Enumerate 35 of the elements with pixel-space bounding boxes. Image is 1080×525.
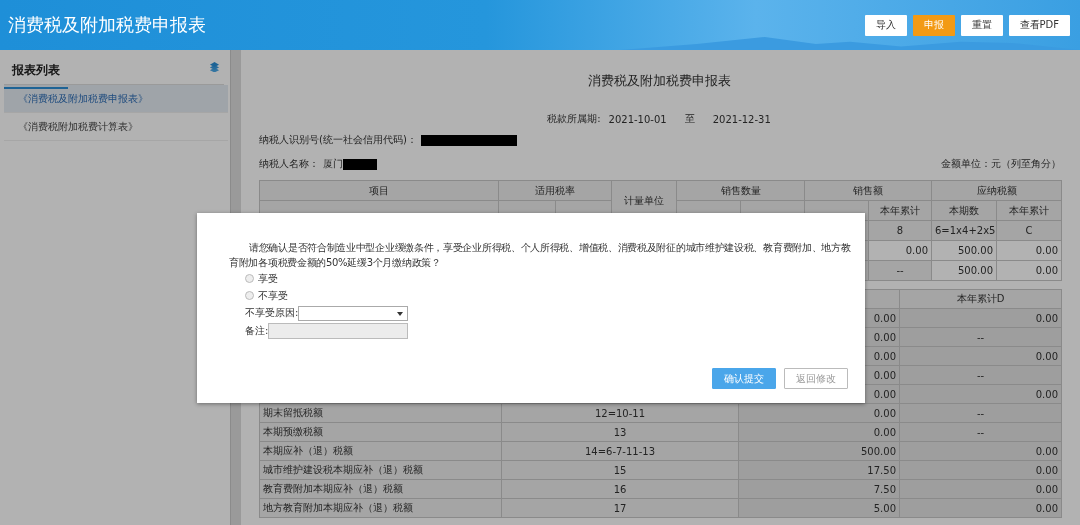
toolbar-button[interactable]: 重置 <box>960 14 1003 36</box>
layers-icon[interactable] <box>209 62 220 72</box>
taxpayer-name-label: 纳税人名称： <box>259 157 319 171</box>
field-label: 不享受原因: <box>245 306 299 320</box>
table-cell: 0.00 <box>996 260 1062 281</box>
table-cell: 0.00 <box>868 240 932 261</box>
period-label: 税款所属期: <box>547 112 601 126</box>
column-header: 销售额 <box>804 180 932 201</box>
radio-option[interactable]: 不享受 <box>245 287 288 304</box>
field-label: 备注: <box>245 324 269 338</box>
page-title: 消费税及附加税费申报表 <box>8 13 206 37</box>
column-header: 应纳税额 <box>931 180 1062 201</box>
report-title: 消费税及附加税费申报表 <box>586 72 732 90</box>
column-header: 本年累计D <box>899 289 1062 309</box>
dialog-message: 请您确认是否符合制造业中型企业缓缴条件，享受企业所得税、个人所得税、增值税、消费税及附征的城市维护建设税、教育费附加、地方教育附加各项税费金额的50%延缓3个月缴纳政策？ <box>229 241 852 270</box>
column-header: 销售数量 <box>676 180 805 201</box>
reason-dropdown[interactable] <box>298 305 409 321</box>
period-start: 2021-10-01 <box>608 113 667 125</box>
table-cell: 500.00 <box>931 260 997 281</box>
sidebar-item[interactable]: 《消费税及附加税费申报表》 <box>4 85 228 113</box>
toolbar-button[interactable]: 导入 <box>864 14 907 36</box>
unit-note: 金额单位：元（列至角分） <box>941 157 1061 171</box>
period-end: 2021-12-31 <box>712 113 771 125</box>
taxpayer-id-label: 纳税人识别号(统一社会信用代码)： <box>259 133 417 147</box>
sidebar-item[interactable]: 《消费税附加税费计算表》 <box>4 113 228 141</box>
caret-icon <box>397 311 404 316</box>
taxpayer-name: 厦门 <box>323 157 343 171</box>
table-cell: 500.00 <box>931 240 997 261</box>
redaction-bar <box>343 158 377 170</box>
table-cell: 0.00 <box>996 240 1062 261</box>
column-header: 适用税率 <box>498 180 612 201</box>
column-header: 项目 <box>259 180 499 201</box>
period-separator: 至 <box>684 112 695 126</box>
toolbar-button[interactable]: 查看PDF <box>1008 14 1070 36</box>
radio-option[interactable]: 享受 <box>245 270 278 287</box>
